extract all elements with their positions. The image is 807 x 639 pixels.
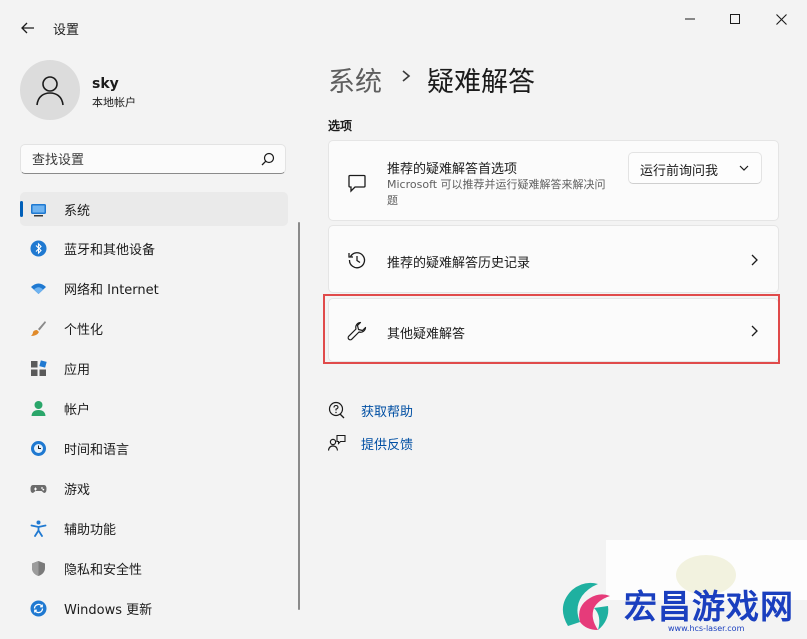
window-title: 设置 <box>53 23 80 38</box>
sidebar-item-label: 隐私和安全性 <box>64 563 143 578</box>
sidebar-item-privacy[interactable]: 隐私和安全性 <box>20 551 288 585</box>
sidebar-item-bluetooth[interactable]: 蓝牙和其他设备 <box>20 231 288 265</box>
sidebar-item-label: 帐户 <box>64 403 91 418</box>
minimize-button[interactable] <box>670 8 710 30</box>
search-icon[interactable] <box>261 152 275 166</box>
active-indicator <box>20 201 23 217</box>
watermark-logo-icon <box>562 582 610 630</box>
minimize-icon <box>685 18 695 20</box>
link-label: 提供反馈 <box>361 438 414 453</box>
history-icon <box>348 252 366 269</box>
close-icon <box>775 13 787 25</box>
sidebar-item-label: 时间和语言 <box>64 443 130 458</box>
wrench-icon <box>347 321 367 341</box>
sidebar-item-label: 系统 <box>64 204 91 219</box>
chevron-down-icon <box>739 165 749 171</box>
sidebar-item-label: 应用 <box>64 363 91 378</box>
watermark-text: 宏昌游戏网 <box>624 587 794 626</box>
card-title: 其他疑难解答 <box>387 327 466 342</box>
card-title: 推荐的疑难解答历史记录 <box>387 256 531 271</box>
help-icon <box>328 401 345 419</box>
back-button[interactable] <box>14 14 42 42</box>
arrow-left-icon <box>21 22 34 34</box>
sidebar-item-gaming[interactable]: 游戏 <box>20 471 288 505</box>
sidebar-item-network[interactable]: 网络和 Internet <box>20 271 288 305</box>
bluetooth-icon <box>30 240 47 257</box>
account-type: 本地帐户 <box>92 96 136 109</box>
troubleshoot-preferences-card: 推荐的疑难解答首选项 Microsoft 可以推荐并运行疑难解答来解决问题 运行… <box>328 140 779 221</box>
sidebar-item-label: 蓝牙和其他设备 <box>64 243 156 258</box>
feedback-icon <box>328 434 346 451</box>
sidebar-item-system[interactable]: 系统 <box>20 192 288 226</box>
gamepad-icon <box>30 485 47 493</box>
sidebar-item-accessibility[interactable]: 辅助功能 <box>20 511 288 545</box>
sidebar-item-windows-update[interactable]: Windows 更新 <box>20 591 288 625</box>
other-troubleshooters-card[interactable]: 其他疑难解答 <box>328 298 779 362</box>
link-label: 获取帮助 <box>361 405 414 420</box>
user-name: sky <box>92 76 119 92</box>
shield-icon <box>32 561 45 576</box>
sidebar-item-label: Windows 更新 <box>64 603 153 618</box>
avatar[interactable] <box>20 60 80 120</box>
section-label: 选项 <box>328 119 353 133</box>
sidebar-item-accounts[interactable]: 帐户 <box>20 391 288 425</box>
chevron-right-icon <box>402 70 411 82</box>
sidebar-item-label: 个性化 <box>64 323 104 338</box>
system-icon <box>31 204 46 217</box>
dropdown-value: 运行前询问我 <box>640 164 719 179</box>
watermark-url: www.hcs-laser.com <box>668 624 745 633</box>
person-icon <box>36 76 64 106</box>
sidebar-scrollbar[interactable] <box>298 222 300 610</box>
close-button[interactable] <box>761 8 801 30</box>
troubleshoot-history-card[interactable]: 推荐的疑难解答历史记录 <box>328 225 779 293</box>
chevron-right-icon <box>751 325 758 337</box>
sidebar-item-apps[interactable]: 应用 <box>20 351 288 385</box>
apps-icon <box>31 360 47 376</box>
page-title: 疑难解答 <box>427 67 535 98</box>
sidebar-item-label: 网络和 Internet <box>64 283 159 298</box>
chat-icon <box>348 174 366 193</box>
search-box[interactable] <box>20 144 286 174</box>
sidebar-item-label: 辅助功能 <box>64 523 117 538</box>
search-input[interactable] <box>30 150 254 170</box>
globe-clock-icon <box>31 441 46 456</box>
brush-icon <box>31 321 46 336</box>
maximize-button[interactable] <box>715 8 755 30</box>
accessibility-icon <box>30 520 47 537</box>
wifi-icon <box>31 283 46 294</box>
troubleshoot-preference-dropdown[interactable]: 运行前询问我 <box>628 152 762 184</box>
person-icon <box>31 401 46 416</box>
maximize-icon <box>730 14 740 24</box>
breadcrumb-parent[interactable]: 系统 <box>328 60 382 99</box>
sidebar-item-personalization[interactable]: 个性化 <box>20 311 288 345</box>
chevron-right-icon <box>751 254 758 266</box>
update-icon <box>30 600 47 617</box>
card-title: 推荐的疑难解答首选项 <box>387 162 518 177</box>
sidebar-item-time-language[interactable]: 时间和语言 <box>20 431 288 465</box>
card-description: Microsoft 可以推荐并运行疑难解答来解决问题 <box>387 178 606 207</box>
sidebar-item-label: 游戏 <box>64 483 91 498</box>
